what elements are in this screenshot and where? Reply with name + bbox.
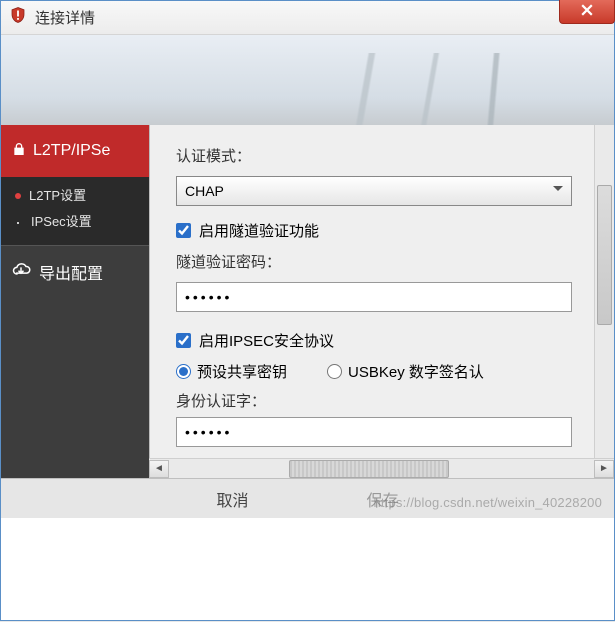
- scroll-left-arrow[interactable]: ◄: [149, 460, 169, 478]
- identity-input[interactable]: [176, 417, 572, 447]
- sidebar: L2TP/IPSe L2TP设置 IPSec设置 导出配置: [1, 125, 149, 458]
- content-panel: 认证模式： CHAP 启用隧道验证功能 隧道验证密码： 启用IPSEC安全协议: [149, 125, 614, 458]
- footer: 取消 保存 https://blog.csdn.net/weixin_40228…: [1, 478, 614, 518]
- tree-item-l2tp[interactable]: L2TP设置: [15, 183, 149, 209]
- banner-image: [1, 35, 614, 125]
- auth-mode-label: 认证模式：: [176, 145, 572, 166]
- scroll-right-arrow[interactable]: ►: [594, 460, 614, 478]
- window: 连接详情 L2TP/IPSe L2TP设置: [0, 0, 615, 621]
- radio-psk[interactable]: 预设共享密钥: [176, 361, 287, 382]
- horizontal-scroll-thumb[interactable]: [289, 460, 449, 478]
- titlebar: 连接详情: [1, 1, 614, 35]
- enable-ipsec-label: 启用IPSEC安全协议: [199, 330, 334, 351]
- tree-item-label: L2TP设置: [29, 183, 86, 209]
- close-button[interactable]: [559, 0, 615, 24]
- horizontal-scrollbar[interactable]: ◄ ►: [149, 458, 614, 478]
- sidebar-tab-l2tp[interactable]: L2TP/IPSe: [1, 125, 149, 177]
- radio-psk-label: 预设共享密钥: [197, 361, 287, 382]
- identity-label: 身份认证字：: [176, 390, 572, 411]
- sidebar-export[interactable]: 导出配置: [1, 245, 149, 297]
- hscroll-track[interactable]: [169, 460, 594, 478]
- lock-icon: [11, 141, 27, 162]
- key-source-radio-group: 预设共享密钥 USBKey 数字签名认: [176, 361, 572, 382]
- form-area: 认证模式： CHAP 启用隧道验证功能 隧道验证密码： 启用IPSEC安全协议: [150, 125, 594, 458]
- cancel-button[interactable]: 取消: [188, 485, 278, 513]
- auth-mode-value: CHAP: [185, 183, 224, 199]
- radio-psk-input[interactable]: [176, 364, 191, 379]
- cloud-download-icon: [11, 259, 31, 284]
- tunnel-pw-input[interactable]: [176, 282, 572, 312]
- tree-item-ipsec[interactable]: IPSec设置: [15, 209, 149, 235]
- watermark-text: https://blog.csdn.net/weixin_40228200: [373, 495, 602, 510]
- main-area: L2TP/IPSe L2TP设置 IPSec设置 导出配置: [1, 125, 614, 458]
- window-title: 连接详情: [35, 7, 95, 28]
- sidebar-tab-label: L2TP/IPSe: [33, 142, 110, 160]
- app-shield-icon: [9, 5, 27, 30]
- radio-usbkey-label: USBKey 数字签名认: [348, 361, 484, 382]
- enable-tunnel-label: 启用隧道验证功能: [199, 220, 319, 241]
- close-icon: [581, 3, 593, 21]
- vertical-scroll-thumb[interactable]: [597, 185, 612, 325]
- sidebar-tree: L2TP设置 IPSec设置: [1, 177, 149, 245]
- radio-usbkey[interactable]: USBKey 数字签名认: [327, 361, 484, 382]
- sidebar-export-label: 导出配置: [39, 260, 103, 284]
- tree-item-label: IPSec设置: [31, 209, 92, 235]
- auth-mode-dropdown[interactable]: CHAP: [176, 176, 572, 206]
- vertical-scrollbar[interactable]: [594, 125, 614, 458]
- enable-tunnel-checkbox[interactable]: [176, 223, 191, 238]
- tunnel-pw-label: 隧道验证密码：: [176, 251, 572, 272]
- enable-ipsec-checkbox[interactable]: [176, 333, 191, 348]
- radio-usbkey-input[interactable]: [327, 364, 342, 379]
